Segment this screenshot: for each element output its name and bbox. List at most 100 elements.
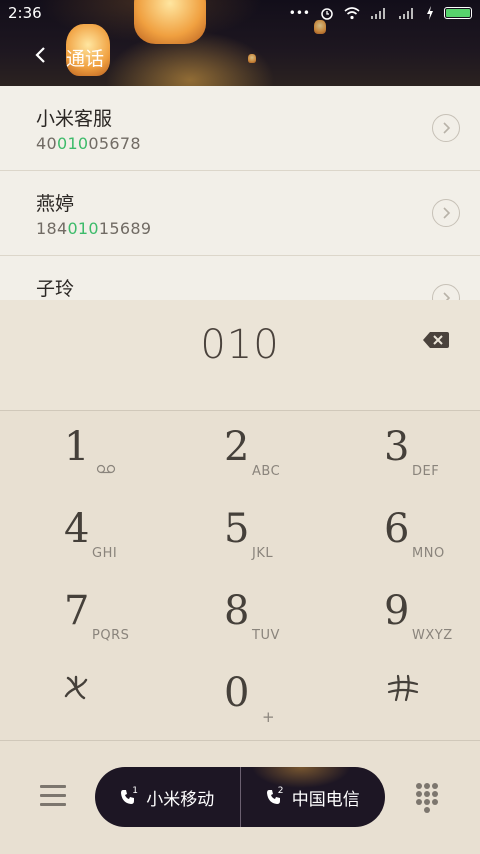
key-letters: DEF (412, 464, 440, 479)
key-star[interactable] (0, 656, 160, 738)
contact-number: 4001005678 (36, 134, 141, 153)
keypad-toggle-button[interactable] (416, 783, 438, 813)
keypad-dot (416, 791, 422, 797)
wifi-icon (344, 6, 360, 19)
key-2[interactable]: 2 ABC (160, 410, 320, 492)
key-letters: WXYZ (412, 628, 453, 643)
signal-sim2-icon (399, 8, 413, 19)
chevron-right-icon (443, 122, 451, 134)
key-4[interactable]: 4 GHI (0, 492, 160, 574)
dial-input-area: 010 (0, 300, 480, 411)
contact-name: 小米客服 (36, 108, 113, 130)
key-6[interactable]: 6 MNO (320, 492, 480, 574)
sim-number: 1 (132, 786, 138, 796)
keypad-dot (424, 791, 430, 797)
key-digit: 7 (64, 588, 90, 634)
key-digit: 3 (384, 424, 410, 470)
menu-line (40, 794, 66, 797)
more-dots-icon: ••• (288, 6, 310, 20)
page-title: 通话 (66, 48, 105, 70)
number-suffix: 15689 (98, 219, 152, 238)
keypad-dot (432, 799, 438, 805)
header-background: 2:36 ••• 通话 (0, 0, 480, 86)
key-letters: TUV (252, 628, 280, 643)
contact-row[interactable]: 燕婷 18401015689 (0, 171, 480, 256)
keypad-dot (432, 791, 438, 797)
key-digit: 0 (224, 670, 250, 716)
phone-icon: 2 (266, 786, 284, 805)
contact-detail-button[interactable] (432, 284, 460, 300)
key-5[interactable]: 5 JKL (160, 492, 320, 574)
chevron-right-icon (443, 207, 451, 219)
call-sim1-button[interactable]: 1 小米移动 (95, 767, 240, 827)
contact-name: 燕婷 (36, 193, 75, 215)
key-9[interactable]: 9 WXYZ (320, 574, 480, 656)
key-digit: 8 (224, 588, 250, 634)
voicemail-icon (96, 464, 116, 474)
dual-sim-call-buttons: 1 小米移动 2 中国电信 (95, 767, 385, 827)
keypad-dot (416, 783, 422, 789)
keypad-dot (424, 799, 430, 805)
dial-input[interactable]: 010 (0, 322, 480, 368)
key-letters: + (262, 708, 276, 726)
back-button[interactable] (30, 44, 52, 66)
sim-number: 2 (277, 786, 284, 796)
key-1[interactable]: 1 (0, 410, 160, 492)
hash-key-icon (387, 674, 419, 702)
title-bar: 通话 (0, 36, 480, 76)
key-letters: PQRS (92, 628, 130, 643)
call-sim2-label: 中国电信 (291, 789, 360, 810)
key-letters: JKL (252, 546, 274, 561)
menu-button[interactable] (40, 785, 66, 807)
key-3[interactable]: 3 DEF (320, 410, 480, 492)
key-letters: ABC (252, 464, 281, 479)
status-bar: 2:36 ••• (0, 0, 480, 28)
phone-icon: 1 (120, 786, 138, 805)
key-8[interactable]: 8 TUV (160, 574, 320, 656)
key-7[interactable]: 7 PQRS (0, 574, 160, 656)
number-prefix: 40 (36, 134, 57, 153)
key-digit: 4 (64, 506, 90, 552)
keypad-dot (416, 799, 422, 805)
backspace-icon (423, 332, 449, 348)
bottom-bar: 1 小米移动 2 中国电信 (0, 740, 480, 854)
call-sim2-button[interactable]: 2 中国电信 (240, 767, 385, 827)
chevron-left-icon (35, 47, 45, 63)
key-hash[interactable] (320, 656, 480, 738)
status-icons: ••• (289, 6, 472, 20)
key-digit: 9 (384, 588, 410, 634)
key-digit: 2 (224, 424, 250, 470)
alarm-icon (321, 8, 333, 20)
status-time: 2:36 (8, 4, 42, 22)
key-letters: MNO (412, 546, 445, 561)
key-digit: 6 (384, 506, 410, 552)
contact-row[interactable]: 子玲 (0, 256, 480, 300)
number-suffix: 05678 (88, 134, 141, 153)
charging-icon (427, 6, 433, 20)
number-match: 010 (56, 134, 89, 153)
signal-sim1-icon (371, 8, 385, 19)
number-prefix: 184 (36, 219, 68, 238)
backspace-button[interactable] (422, 330, 450, 350)
dialpad: 010 1 2 ABC 3 DEF 4 GHI 5 JKL 6 MNO 7 PQ… (0, 300, 480, 854)
keypad: 1 2 ABC 3 DEF 4 GHI 5 JKL 6 MNO 7 PQRS 8 (0, 410, 480, 740)
star-key-icon (64, 675, 88, 700)
number-match: 010 (67, 219, 99, 238)
key-0[interactable]: 0 + (160, 656, 320, 738)
key-digit: 1 (64, 424, 90, 470)
keypad-dot (424, 783, 430, 789)
menu-line (40, 803, 66, 806)
contact-detail-button[interactable] (432, 114, 460, 142)
key-letters: GHI (92, 546, 118, 561)
chevron-right-icon (443, 292, 451, 300)
keypad-dot (432, 783, 438, 789)
battery-icon (444, 7, 472, 19)
keypad-dot (424, 807, 430, 813)
contact-results-list: 小米客服 4001005678 燕婷 18401015689 子玲 (0, 86, 480, 300)
call-sim1-label: 小米移动 (146, 789, 215, 810)
contact-detail-button[interactable] (432, 199, 460, 227)
menu-line (40, 785, 66, 788)
contact-name: 子玲 (36, 278, 75, 300)
contact-number: 18401015689 (36, 219, 151, 238)
contact-row[interactable]: 小米客服 4001005678 (0, 86, 480, 171)
